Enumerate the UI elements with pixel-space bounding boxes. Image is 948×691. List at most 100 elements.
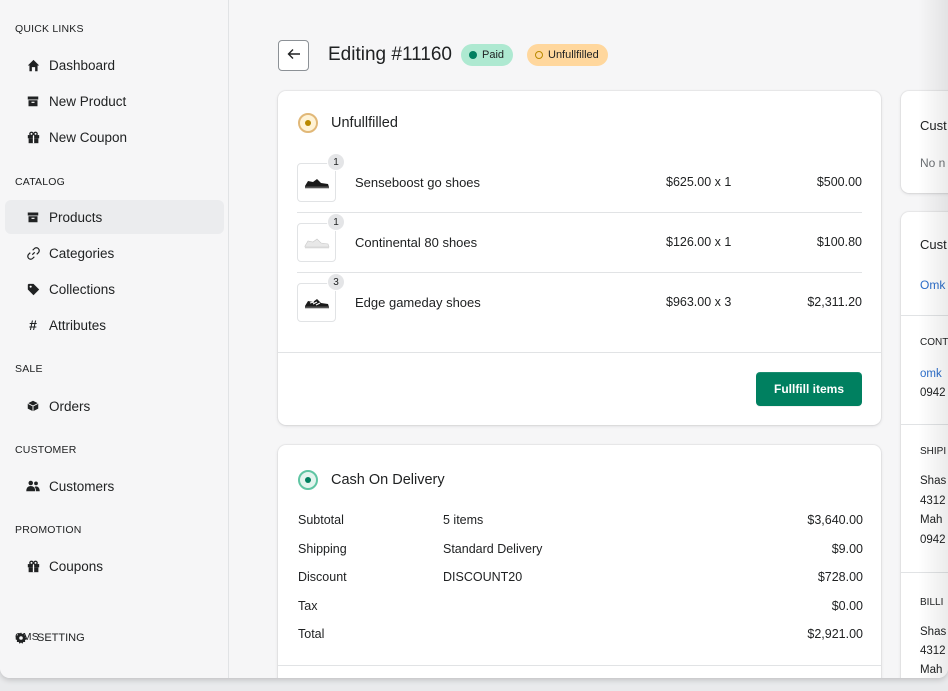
sidebar-item-orders[interactable]: Orders bbox=[5, 389, 224, 423]
section-title-quick-links: QUICK LINKS bbox=[15, 23, 84, 35]
shipping-line: Mah bbox=[920, 514, 943, 526]
contact-email-link[interactable]: omk bbox=[920, 368, 942, 380]
divider bbox=[278, 665, 881, 666]
row-amount: $2,921.00 bbox=[807, 627, 863, 641]
customer-note-card: Cust No n bbox=[901, 91, 948, 193]
product-name: Senseboost go shoes bbox=[355, 175, 481, 190]
divider bbox=[901, 572, 948, 573]
line-item: 3 Edge gameday shoes $963.00 x 3 $2,311.… bbox=[297, 273, 862, 333]
section-title-sale: SALE bbox=[15, 363, 43, 375]
fulfill-items-button[interactable]: Fullfill items bbox=[756, 372, 862, 406]
cube-icon bbox=[26, 399, 40, 413]
status-badge-unfulfilled: Unfullfilled bbox=[527, 44, 608, 66]
row-amount: $0.00 bbox=[831, 599, 863, 613]
contact-label: CONT bbox=[920, 337, 948, 348]
billing-line: Shas bbox=[920, 626, 947, 638]
row-label: Discount bbox=[298, 570, 347, 584]
shoe-icon bbox=[304, 238, 329, 248]
customer-card: Cust Omk CONT omk 0942 SHIPI Shas 4312 M… bbox=[901, 212, 948, 678]
payment-card: Cash On Delivery Subtotal 5 items $3,640… bbox=[278, 445, 881, 678]
gift-icon bbox=[26, 559, 40, 573]
customer-link[interactable]: Omk bbox=[920, 278, 945, 292]
shoe-icon bbox=[304, 298, 329, 308]
row-detail: DISCOUNT20 bbox=[443, 570, 523, 584]
sidebar-item-new-product[interactable]: New Product bbox=[5, 84, 224, 118]
gift-icon bbox=[26, 130, 40, 144]
ring-dot-icon bbox=[535, 51, 543, 59]
shoe-icon bbox=[304, 178, 329, 188]
line-total: $2,311.20 bbox=[807, 295, 862, 309]
sidebar-item-label: Collections bbox=[49, 281, 116, 297]
unfulfilled-card: Unfullfilled 1 Senseboost go shoes $625.… bbox=[278, 91, 881, 425]
shipping-line: 4312 bbox=[920, 495, 946, 507]
sidebar-item-label: Coupons bbox=[49, 558, 104, 574]
arrow-left-icon bbox=[287, 47, 301, 65]
paid-status-icon bbox=[298, 470, 318, 490]
unfulfilled-status-icon bbox=[298, 113, 318, 133]
row-label: Subtotal bbox=[298, 513, 344, 527]
sidebar-item-products[interactable]: Products bbox=[5, 200, 224, 234]
card-header: Cash On Delivery bbox=[298, 470, 445, 490]
sidebar-item-setting-final[interactable]: SETTING bbox=[0, 621, 219, 655]
sidebar-item-label: New Coupon bbox=[49, 129, 128, 145]
row-label: Tax bbox=[298, 599, 318, 613]
card-title: Cust bbox=[920, 237, 947, 252]
summary-row-tax: Tax $0.00 bbox=[298, 599, 863, 619]
billing-line: 4312 bbox=[920, 645, 946, 657]
product-name: Continental 80 shoes bbox=[355, 235, 478, 250]
card-title: Cash On Delivery bbox=[331, 472, 445, 488]
dot-icon bbox=[469, 51, 477, 59]
sidebar: QUICK LINKS Dashboard New Product New Co… bbox=[0, 0, 229, 678]
unit-price: $625.00 x 1 bbox=[666, 175, 732, 189]
summary-row-shipping: Shipping Standard Delivery $9.00 bbox=[298, 542, 863, 562]
section-title-catalog: CATALOG bbox=[15, 176, 66, 188]
status-badge-paid: Paid bbox=[461, 44, 514, 66]
unit-price: $963.00 x 3 bbox=[666, 295, 732, 309]
sidebar-item-label: Categories bbox=[49, 245, 115, 261]
row-detail: 5 items bbox=[443, 513, 484, 527]
billing-line: Mah bbox=[920, 664, 943, 676]
line-total: $500.00 bbox=[816, 175, 862, 189]
quantity-badge: 1 bbox=[327, 153, 345, 171]
users-icon bbox=[26, 479, 40, 493]
line-item: 1 Senseboost go shoes $625.00 x 1 $500.0… bbox=[297, 153, 862, 213]
quantity-badge: 3 bbox=[327, 273, 345, 291]
summary-row-discount: Discount DISCOUNT20 $728.00 bbox=[298, 570, 863, 590]
shipping-line: Shas bbox=[920, 475, 947, 487]
line-item: 1 Continental 80 shoes $126.00 x 1 $100.… bbox=[297, 213, 862, 273]
summary-row-total: Total $2,921.00 bbox=[298, 627, 863, 647]
product-name: Edge gameday shoes bbox=[355, 295, 481, 310]
sidebar-item-dashboard[interactable]: Dashboard bbox=[5, 48, 224, 82]
row-label: Total bbox=[298, 627, 325, 641]
sidebar-item-label: Orders bbox=[49, 398, 91, 414]
page-title: Editing #11160 bbox=[328, 44, 452, 65]
note-text: No n bbox=[920, 156, 946, 170]
card-title: Unfullfilled bbox=[331, 115, 398, 131]
back-button[interactable] bbox=[278, 40, 309, 71]
sidebar-item-attributes[interactable]: # Attributes bbox=[5, 308, 224, 342]
divider bbox=[901, 315, 948, 316]
row-amount: $728.00 bbox=[817, 570, 863, 584]
badge-label: Paid bbox=[482, 49, 505, 61]
card-title: Cust bbox=[920, 118, 947, 133]
row-amount: $9.00 bbox=[831, 542, 863, 556]
divider bbox=[278, 352, 881, 353]
sidebar-item-customers[interactable]: Customers bbox=[5, 469, 224, 503]
sidebar-item-new-coupon[interactable]: New Coupon bbox=[5, 120, 224, 154]
row-detail: Standard Delivery bbox=[443, 542, 543, 556]
box-icon bbox=[26, 94, 40, 108]
main-content: Editing #11160 Paid Unfullfilled Unfullf… bbox=[230, 0, 948, 678]
contact-phone: 0942 bbox=[920, 387, 946, 399]
sidebar-item-label: SETTING bbox=[37, 632, 85, 644]
link-icon bbox=[26, 246, 40, 260]
sidebar-item-label: Attributes bbox=[49, 317, 107, 333]
card-header: Unfullfilled bbox=[298, 113, 398, 133]
sidebar-item-coupons[interactable]: Coupons bbox=[5, 549, 224, 583]
sidebar-item-categories[interactable]: Categories bbox=[5, 236, 224, 270]
quantity-badge: 1 bbox=[327, 213, 345, 231]
row-amount: $3,640.00 bbox=[807, 513, 863, 527]
app-window: QUICK LINKS Dashboard New Product New Co… bbox=[0, 0, 948, 678]
divider bbox=[901, 424, 948, 425]
sidebar-item-collections[interactable]: Collections bbox=[5, 272, 224, 306]
shipping-label: SHIPI bbox=[920, 446, 947, 457]
